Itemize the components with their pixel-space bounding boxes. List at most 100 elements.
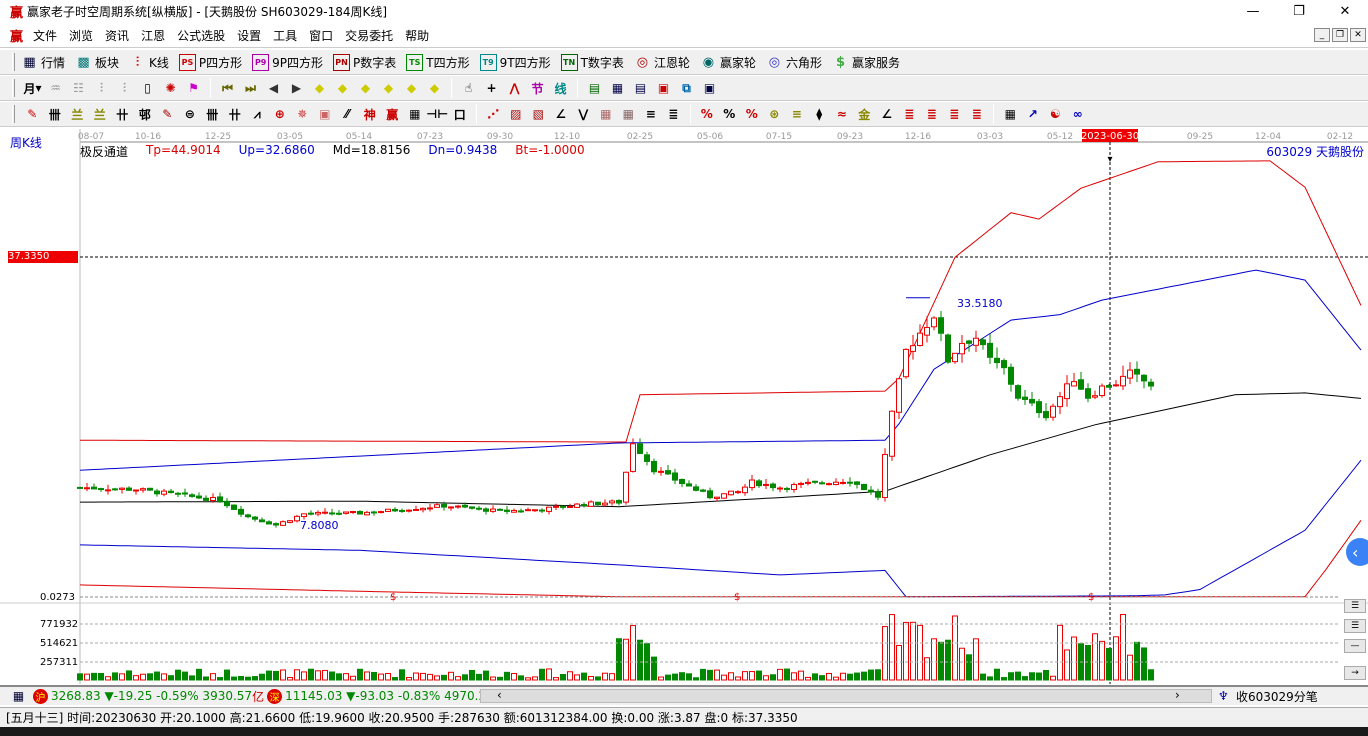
n2-icon[interactable]: 卄 — [224, 104, 247, 124]
spiral-icon[interactable]: 邨 — [134, 104, 157, 124]
target-icon[interactable]: ⊕ — [269, 104, 292, 124]
menu-6[interactable]: 工具 — [267, 27, 303, 44]
vol-arrow-button[interactable]: → — [1344, 666, 1366, 680]
grid-icon[interactable]: 卌 — [44, 104, 67, 124]
gold-coin-icon[interactable]: ⊛ — [763, 104, 786, 124]
r4-icon[interactable]: ≣ — [966, 104, 989, 124]
mdi-close-button[interactable]: ✕ — [1350, 28, 1366, 42]
scroll-right-button[interactable]: › — [1175, 688, 1180, 702]
percent-icon[interactable]: % — [718, 104, 741, 124]
save-icon[interactable]: ▣ — [652, 78, 675, 98]
table-icon[interactable]: ▦ — [999, 104, 1022, 124]
circle-icon[interactable]: ⊜ — [179, 104, 202, 124]
crosshair-icon[interactable]: + — [480, 78, 503, 98]
last-icon[interactable]: ⏭ — [239, 78, 262, 98]
collapse-panel-button[interactable]: ‹ — [1346, 538, 1368, 566]
percent2-icon[interactable]: % — [741, 104, 764, 124]
grid4-icon[interactable]: ▦ — [617, 104, 640, 124]
line-icon[interactable]: ⋀ — [503, 78, 526, 98]
shrink-icon[interactable]: ◆ — [377, 78, 400, 98]
lines-icon[interactable]: ⁄⁄ — [336, 104, 359, 124]
pencil-icon[interactable]: ✎ — [156, 104, 179, 124]
menu-0[interactable]: 文件 — [27, 27, 63, 44]
r1-icon[interactable]: ≣ — [898, 104, 921, 124]
toolbar-button-0[interactable]: ▦ 行情 — [21, 54, 65, 71]
quote-table-icon[interactable]: ▦ — [10, 688, 27, 705]
toolbar-button-8[interactable]: TN T数字表 — [560, 53, 624, 71]
next-icon[interactable]: ▶ — [285, 78, 308, 98]
percent-red-icon[interactable]: % — [696, 104, 719, 124]
toolbar-button-11[interactable]: ◎ 六角形 — [766, 54, 822, 71]
scroll-left-button[interactable]: ‹ — [497, 688, 502, 702]
flag-icon[interactable]: ⚑ — [182, 78, 205, 98]
angle-icon[interactable]: ∠ — [550, 104, 573, 124]
toolbar-button-12[interactable]: $ 赢家服务 — [832, 54, 900, 71]
menu-2[interactable]: 资讯 — [99, 27, 135, 44]
hand-icon[interactable]: ☝ — [457, 78, 480, 98]
gold-line-icon[interactable]: ≡ — [786, 104, 809, 124]
wave9-icon[interactable]: ⫶ — [113, 78, 136, 98]
square-icon[interactable]: ▣ — [314, 104, 337, 124]
prev-icon[interactable]: ◀ — [262, 78, 285, 98]
r3-icon[interactable]: ≣ — [943, 104, 966, 124]
box2-icon[interactable]: ▨ — [505, 104, 528, 124]
r2-icon[interactable]: ≣ — [921, 104, 944, 124]
chart-icon[interactable]: ↗ — [1022, 104, 1045, 124]
toolbar-button-3[interactable]: PS P四方形 — [178, 53, 242, 71]
close-button[interactable]: ✕ — [1322, 0, 1368, 23]
minimize-button[interactable]: — — [1230, 0, 1276, 23]
extreme-icon[interactable]: ✺ — [159, 78, 182, 98]
rect-icon[interactable]: 口 — [449, 104, 472, 124]
receive-ticks[interactable]: 收603029分笔 — [1236, 688, 1318, 705]
span-icon[interactable]: ⊣⊢ — [426, 104, 449, 124]
kline-chart[interactable]: 08-07 10-16 12-25 03-05 05-14 07-23 09-30 12-10… — [0, 129, 1368, 684]
vol-zoom-button[interactable]: ☰ — [1344, 599, 1366, 613]
sz-index[interactable]: 11145.03 ▼-93.03 -0.83% 4970.20 — [285, 689, 494, 703]
wave2-icon[interactable]: ≈ — [831, 104, 854, 124]
angle2-icon[interactable]: ∠ — [876, 104, 899, 124]
infinity-icon[interactable]: ∞ — [1067, 104, 1090, 124]
toolbar-button-7[interactable]: T9 9T四方形 — [479, 53, 551, 71]
arrow-right-icon[interactable]: ◆ — [331, 78, 354, 98]
vol-minus-button[interactable]: — — [1344, 639, 1366, 653]
menu-5[interactable]: 设置 — [231, 27, 267, 44]
menu-9[interactable]: 帮助 — [399, 27, 435, 44]
menu-1[interactable]: 浏览 — [63, 27, 99, 44]
fib-icon[interactable]: 卄 — [111, 104, 134, 124]
mdi-minimize-button[interactable]: _ — [1314, 28, 1330, 42]
gold2-icon[interactable]: 兰 — [89, 104, 112, 124]
notes-icon[interactable]: ▤ — [629, 78, 652, 98]
menu-8[interactable]: 交易委托 — [339, 27, 399, 44]
toolbar-button-9[interactable]: ◎ 江恩轮 — [634, 54, 690, 71]
period-select[interactable]: 月 ▾ — [21, 78, 44, 98]
fan2-icon[interactable]: ⋰ — [482, 104, 505, 124]
shen-icon[interactable]: 神 — [359, 104, 382, 124]
zoom-all-icon[interactable]: ◆ — [423, 78, 446, 98]
ratio-icon[interactable]: ≣ — [662, 104, 685, 124]
toolbar-button-5[interactable]: PN P数字表 — [333, 53, 396, 71]
toolbar-button-1[interactable]: ▩ 板块 — [75, 54, 119, 71]
calendar-icon[interactable]: ☷ — [67, 78, 90, 98]
toolbar-button-4[interactable]: P9 9P四方形 — [252, 53, 323, 71]
pen2-icon[interactable]: ⧫ — [808, 104, 831, 124]
calendar21-icon[interactable]: ▤ — [583, 78, 606, 98]
menu-7[interactable]: 窗口 — [303, 27, 339, 44]
expand-icon[interactable]: ◆ — [400, 78, 423, 98]
arrow-both-icon[interactable]: ◆ — [354, 78, 377, 98]
network-icon[interactable]: ⧉ — [675, 78, 698, 98]
gold1-icon[interactable]: 兰 — [66, 104, 89, 124]
section-icon[interactable]: 节 — [526, 78, 549, 98]
sh-index[interactable]: 3268.83 ▼-19.25 -0.59% 3930.57 — [51, 689, 252, 703]
vol-scale-button[interactable]: ☰ — [1344, 619, 1366, 633]
arrow-left-icon[interactable]: ◆ — [308, 78, 331, 98]
calculator-icon[interactable]: ▦ — [606, 78, 629, 98]
menu-4[interactable]: 公式选股 — [171, 27, 231, 44]
computer-icon[interactable]: ▣ — [698, 78, 721, 98]
wave-icon[interactable]: ⋁ — [572, 104, 595, 124]
cycle-icon[interactable]: ♒ — [44, 78, 67, 98]
first-icon[interactable]: ⏮ — [216, 78, 239, 98]
box-icon[interactable]: ▦ — [404, 104, 427, 124]
pen-icon[interactable]: ✎ — [21, 104, 44, 124]
grid2-icon[interactable]: 卌 — [201, 104, 224, 124]
parallel-icon[interactable]: ≡ — [640, 104, 663, 124]
